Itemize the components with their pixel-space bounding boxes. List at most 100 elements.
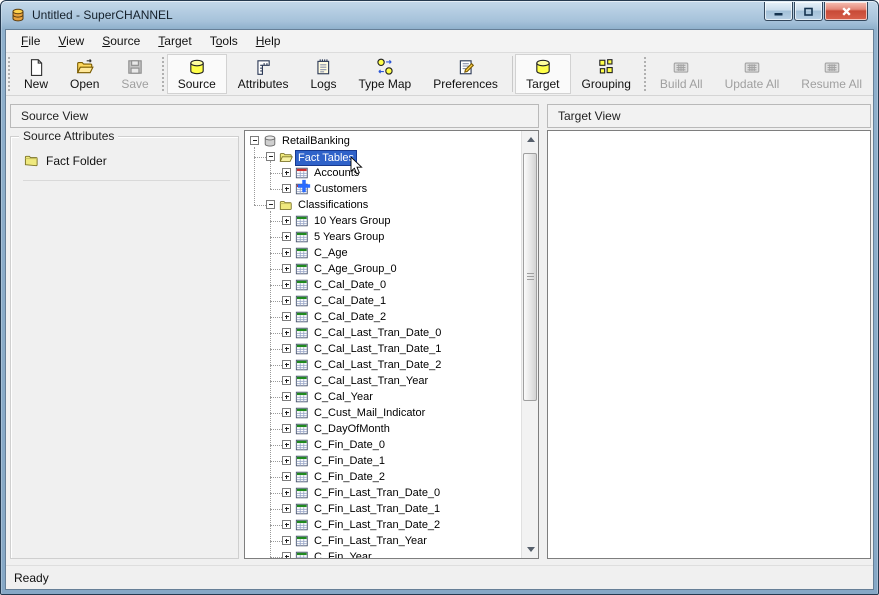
expand-toggle[interactable] [282, 440, 291, 449]
expand-toggle[interactable] [282, 168, 291, 177]
expand-toggle[interactable] [282, 216, 291, 225]
menu-tools[interactable]: Tools [201, 31, 247, 51]
tree-item-label[interactable]: C_Fin_Year [311, 550, 375, 558]
expand-toggle[interactable] [282, 504, 291, 513]
tree-item-label[interactable]: Customers [311, 182, 370, 196]
tree-item-label[interactable]: C_Age [311, 246, 351, 260]
maximize-button[interactable] [794, 2, 823, 21]
tree-item-label[interactable]: 10 Years Group [311, 214, 393, 228]
tree-item[interactable]: C_Cust_Mail_Indicator [246, 405, 520, 421]
title-bar[interactable]: Untitled - SuperCHANNEL [1, 1, 878, 29]
expand-toggle[interactable] [282, 456, 291, 465]
tree-item[interactable]: 10 Years Group [246, 213, 520, 229]
source-button[interactable]: Source [167, 54, 227, 94]
tree-item[interactable]: C_Cal_Last_Tran_Date_0 [246, 325, 520, 341]
expand-toggle[interactable] [282, 360, 291, 369]
expand-toggle[interactable] [282, 392, 291, 401]
expand-toggle[interactable] [282, 248, 291, 257]
expand-toggle[interactable] [266, 200, 275, 209]
expand-toggle[interactable] [250, 136, 259, 145]
scroll-up-button[interactable] [522, 131, 539, 148]
tree-item-label[interactable]: C_Cal_Date_0 [311, 278, 389, 292]
preferences-button[interactable]: Preferences [422, 54, 509, 94]
tree-item[interactable]: C_Fin_Last_Tran_Date_2 [246, 517, 520, 533]
menu-source[interactable]: Source [93, 31, 149, 51]
tree-item-label[interactable]: C_Fin_Date_1 [311, 454, 388, 468]
tree-item[interactable]: Classifications [246, 197, 520, 213]
new-button[interactable]: New [13, 54, 59, 94]
tree-item[interactable]: C_Cal_Last_Tran_Date_2 [246, 357, 520, 373]
tree-item[interactable]: C_Fin_Last_Tran_Date_0 [246, 485, 520, 501]
tree-item-label[interactable]: C_Cal_Year [311, 390, 376, 404]
tree-item[interactable]: C_Fin_Last_Tran_Date_1 [246, 501, 520, 517]
scrollbar-thumb[interactable] [523, 153, 537, 401]
expand-toggle[interactable] [282, 264, 291, 273]
expand-toggle[interactable] [282, 312, 291, 321]
toolbar-grip[interactable] [162, 57, 165, 91]
tree-item-label[interactable]: C_Cal_Last_Tran_Year [311, 374, 431, 388]
tree-item[interactable]: C_DayOfMonth [246, 421, 520, 437]
tree-item-label[interactable]: C_DayOfMonth [311, 422, 393, 436]
target-button[interactable]: Target [515, 54, 570, 94]
tree-item[interactable]: C_Age_Group_0 [246, 261, 520, 277]
tree-item-label[interactable]: C_Cal_Last_Tran_Date_1 [311, 342, 444, 356]
menu-file[interactable]: File [12, 31, 49, 51]
expand-toggle[interactable] [282, 184, 291, 193]
close-button[interactable] [824, 2, 868, 21]
expand-toggle[interactable] [282, 344, 291, 353]
tree-item[interactable]: Customers [246, 181, 520, 197]
tree-item[interactable]: C_Age [246, 245, 520, 261]
expand-toggle[interactable] [282, 280, 291, 289]
tree-item-label[interactable]: C_Cust_Mail_Indicator [311, 406, 428, 420]
menu-help[interactable]: Help [247, 31, 290, 51]
expand-toggle[interactable] [282, 520, 291, 529]
tree-item[interactable]: 5 Years Group [246, 229, 520, 245]
open-button[interactable]: Open [59, 54, 110, 94]
expand-toggle[interactable] [282, 424, 291, 433]
tree-item[interactable]: Fact Tables [246, 149, 520, 165]
tree-item[interactable]: C_Fin_Date_1 [246, 453, 520, 469]
tree-item-label[interactable]: C_Age_Group_0 [311, 262, 400, 276]
tree-item[interactable]: C_Fin_Date_0 [246, 437, 520, 453]
expand-toggle[interactable] [282, 376, 291, 385]
toolbar-grip[interactable] [644, 57, 647, 91]
tree-item-label[interactable]: C_Fin_Date_2 [311, 470, 388, 484]
expand-toggle[interactable] [282, 408, 291, 417]
tree-item[interactable]: C_Cal_Date_0 [246, 277, 520, 293]
expand-toggle[interactable] [282, 488, 291, 497]
target-view-panel[interactable] [547, 130, 871, 559]
tree-item-label[interactable]: C_Fin_Last_Tran_Date_1 [311, 502, 443, 516]
tree-item[interactable]: C_Fin_Year [246, 549, 520, 558]
tree-item-label[interactable]: C_Fin_Last_Tran_Date_0 [311, 486, 443, 500]
tree-item[interactable]: C_Cal_Last_Tran_Year [246, 373, 520, 389]
expand-toggle[interactable] [282, 296, 291, 305]
menu-target[interactable]: Target [149, 31, 200, 51]
tree-item-label[interactable]: C_Cal_Date_2 [311, 310, 389, 324]
expand-toggle[interactable] [282, 472, 291, 481]
fact-folder-item[interactable]: Fact Folder [23, 153, 238, 168]
tree-item[interactable]: C_Fin_Last_Tran_Year [246, 533, 520, 549]
tree-item[interactable]: C_Cal_Year [246, 389, 520, 405]
expand-toggle[interactable] [282, 536, 291, 545]
toolbar-grip[interactable] [8, 57, 11, 91]
tree-item-label[interactable]: 5 Years Group [311, 230, 387, 244]
attributes-button[interactable]: Attributes [227, 54, 300, 94]
tree-item[interactable]: C_Cal_Last_Tran_Date_1 [246, 341, 520, 357]
expand-toggle[interactable] [282, 232, 291, 241]
tree-item-label[interactable]: C_Cal_Last_Tran_Date_0 [311, 326, 444, 340]
typemap-button[interactable]: Type Map [348, 54, 423, 94]
expand-toggle[interactable] [266, 152, 275, 161]
minimize-button[interactable] [764, 2, 793, 21]
tree-item-label[interactable]: C_Cal_Last_Tran_Date_2 [311, 358, 444, 372]
tree-item[interactable]: C_Cal_Date_2 [246, 309, 520, 325]
tree-item-label[interactable]: RetailBanking [279, 134, 353, 148]
tree-item-label[interactable]: C_Fin_Last_Tran_Date_2 [311, 518, 443, 532]
tree-item-label[interactable]: Classifications [295, 198, 371, 212]
tree-item[interactable]: Accounts [246, 165, 520, 181]
tree-item-label[interactable]: C_Fin_Date_0 [311, 438, 388, 452]
tree-item-label[interactable]: C_Cal_Date_1 [311, 294, 389, 308]
tree-item[interactable]: C_Cal_Date_1 [246, 293, 520, 309]
expand-toggle[interactable] [282, 552, 291, 558]
expand-toggle[interactable] [282, 328, 291, 337]
tree-scrollbar[interactable] [521, 131, 538, 558]
